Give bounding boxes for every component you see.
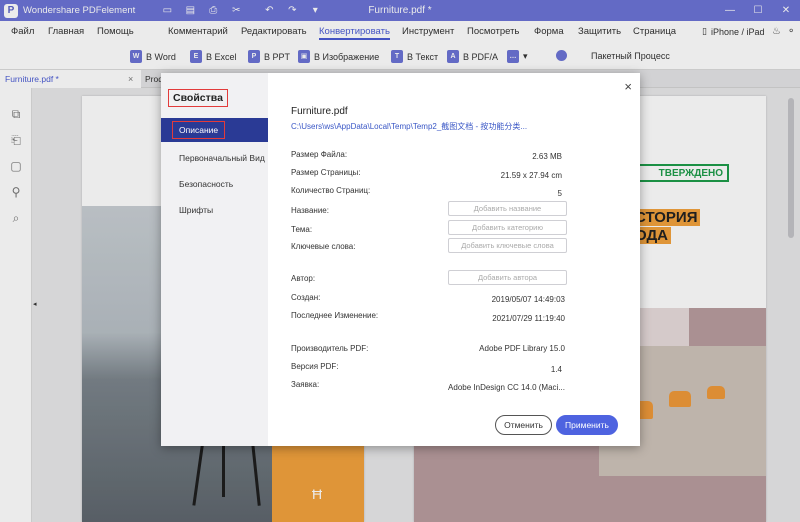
version-value: 1.4 [550,365,562,374]
producer-label: Производитель PDF: [291,344,369,353]
file-name: Furniture.pdf [291,106,348,117]
properties-dialog: Свойства Описание Первоначальный Вид Без… [161,73,640,446]
nav-description[interactable]: Описание [161,118,268,142]
dialog-close-icon[interactable]: × [624,79,632,94]
title-label: Название: [291,206,329,215]
file-size-label: Размер Файла: [291,150,348,159]
subject-label: Тема: [291,225,313,234]
dialog-nav: Свойства Описание Первоначальный Вид Без… [161,73,268,446]
modified-value: 2021/07/29 11:19:40 [492,314,565,323]
creator-label: Заявка: [291,380,320,389]
dialog-title: Свойства [168,89,228,107]
title-input[interactable]: Добавить название [448,201,567,216]
file-path[interactable]: C:\Users\ws\AppData\Local\Temp\Temp2_截图文… [291,121,527,132]
cancel-button[interactable]: Отменить [495,415,552,435]
nav-initial-view[interactable]: Первоначальный Вид [161,146,268,170]
file-size-value: 2.63 MB [532,152,562,161]
version-label: Версия PDF: [291,362,339,371]
subject-input[interactable]: Добавить категорию [448,220,567,235]
created-value: 2019/05/07 14:49:03 [491,295,565,304]
producer-value: Adobe PDF Library 15.0 [479,344,565,353]
nav-security[interactable]: Безопасность [161,172,268,196]
creator-value: Adobe InDesign CC 14.0 (Maci... [448,383,565,392]
apply-button[interactable]: Применить [556,415,618,435]
modified-label: Последнее Изменение: [291,311,379,320]
keywords-input[interactable]: Добавить ключевые слова [448,238,567,253]
keywords-label: Ключевые слова: [291,242,356,251]
nav-fonts[interactable]: Шрифты [161,198,268,222]
page-size-label: Размер Страницы: [291,168,361,177]
author-label: Автор: [291,274,316,283]
page-size-value: 21.59 x 27.94 cm [500,171,562,180]
page-count-label: Количество Страниц: [291,186,371,195]
created-label: Создан: [291,293,321,302]
page-count-value: 5 [557,189,562,198]
author-input[interactable]: Добавить автора [448,270,567,285]
